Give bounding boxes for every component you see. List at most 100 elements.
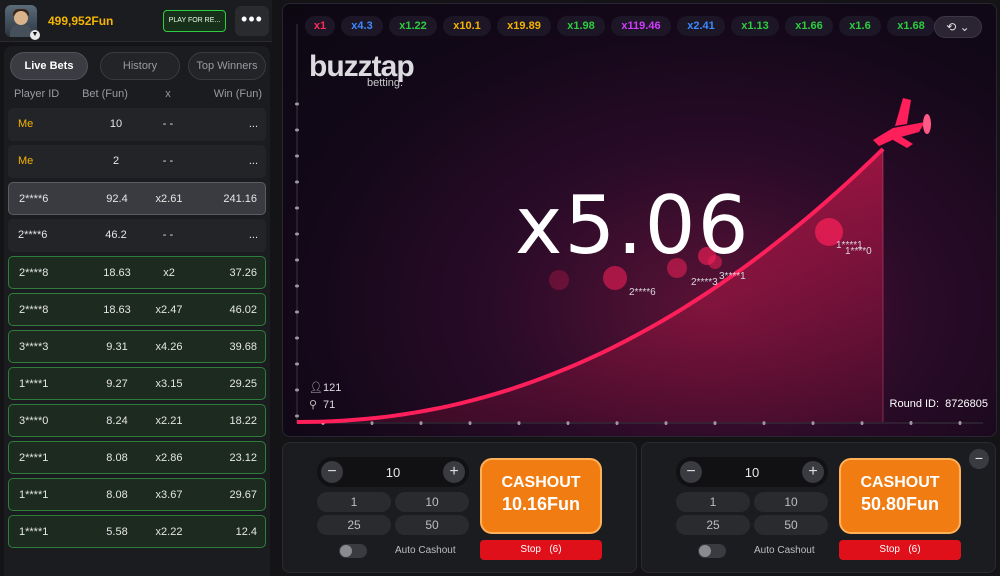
table-row: 2****6 46.2 - -... <box>8 219 266 252</box>
quick-amount[interactable]: 10 <box>754 492 828 512</box>
player-id: Me <box>18 155 34 167</box>
cashout-multiplier: - - <box>162 155 174 167</box>
quick-amount[interactable]: 25 <box>317 515 391 535</box>
decrease-button[interactable]: − <box>680 461 702 483</box>
table-row: 3****3 9.31 x4.26 39.68 <box>8 330 266 363</box>
win-amount: 18.22 <box>229 415 257 427</box>
bet-amount: 46.2 <box>105 229 127 241</box>
win-amount: 29.67 <box>229 489 257 501</box>
win-amount: ... <box>248 229 258 241</box>
win-amount: 46.02 <box>229 304 257 316</box>
tab-history[interactable]: History <box>100 52 180 80</box>
history-multiplier-chip[interactable]: x10.1 <box>443 16 491 36</box>
quick-amount[interactable]: 50 <box>395 515 469 535</box>
cashout-amount: 10.16Fun <box>501 494 581 514</box>
cashout-multiplier: x3.15 <box>155 378 183 390</box>
auto-cashout-toggle[interactable] <box>698 544 726 558</box>
stop-label: Stop <box>879 544 900 555</box>
player-id: 2****1 <box>19 452 49 464</box>
tab-top-winners[interactable]: Top Winners <box>188 52 266 80</box>
stop-button[interactable]: Stop (6) <box>839 540 961 560</box>
auto-cashout-label: Auto Cashout <box>395 545 456 556</box>
bet-amount: 2 <box>112 155 120 167</box>
history-multiplier-chip[interactable]: x1.6 <box>839 16 881 36</box>
quick-amount[interactable]: 1 <box>676 492 750 512</box>
increase-button[interactable]: + <box>443 461 465 483</box>
decrease-button[interactable]: − <box>321 461 343 483</box>
cashout-title: CASHOUT <box>860 474 940 491</box>
bet-amount: 9.31 <box>106 341 128 353</box>
top-bar: ▼ 499,952Fun PLAY FOR RE... ••• <box>0 0 272 42</box>
quick-amount[interactable]: 1 <box>317 492 391 512</box>
stake-stepper: − 10 + <box>676 457 828 487</box>
cashout-multiplier: x2.61 <box>155 193 183 205</box>
table-row: 2****8 18.63 x2.47 46.02 <box>8 293 266 326</box>
cashout-button[interactable]: CASHOUT 10.16Fun <box>480 458 602 534</box>
cashout-multiplier: x3.67 <box>155 489 183 501</box>
round-id-label: Round ID: <box>889 398 940 410</box>
table-row: Me 2 - -... <box>8 145 266 178</box>
history-multiplier-chip[interactable]: x1.68 <box>887 16 935 36</box>
players-stat: 👤︎121 <box>309 381 341 394</box>
bet-panel-1: − 10 + 1 10 25 50 CASHOUT 10.16Fun Auto … <box>282 442 637 573</box>
bet-amount: 10 <box>109 118 123 130</box>
bet-amount: 8.08 <box>106 489 128 501</box>
win-amount: 241.16 <box>223 193 257 205</box>
player-id: 2****8 <box>19 267 49 279</box>
table-row: 1****1 8.08 x3.67 29.67 <box>8 478 266 511</box>
history-multiplier-chip[interactable]: x4.3 <box>341 16 383 36</box>
quick-amount[interactable]: 25 <box>676 515 750 535</box>
increase-button[interactable]: + <box>802 461 824 483</box>
history-multiplier-chip[interactable]: x1.98 <box>557 16 605 36</box>
history-multiplier-chip[interactable]: x19.89 <box>497 16 551 36</box>
remove-panel-button[interactable]: − <box>969 449 989 469</box>
left-panel: ▼ 499,952Fun PLAY FOR RE... ••• Live Bet… <box>0 0 272 576</box>
stake-value[interactable]: 10 <box>347 465 439 480</box>
table-row: 2****8 18.63 x2 37.26 <box>8 256 266 289</box>
win-amount: 37.26 <box>229 267 257 279</box>
bets-tabs: Live Bets History Top Winners <box>8 52 266 80</box>
quick-amount[interactable]: 50 <box>754 515 828 535</box>
column-multiplier: x <box>165 88 171 100</box>
play-for-real-button[interactable]: PLAY FOR RE... <box>163 10 226 32</box>
bets-count: 71 <box>323 399 336 411</box>
chevron-down-icon[interactable]: ▼ <box>30 30 40 40</box>
history-multiplier-chip[interactable]: x2.41 <box>677 16 725 36</box>
cashout-button[interactable]: CASHOUT 50.80Fun <box>839 458 961 534</box>
round-history-button[interactable]: ⟲ ⌄ <box>934 16 982 38</box>
history-multiplier-chip[interactable]: x119.46 <box>611 16 671 36</box>
cashout-title: CASHOUT <box>501 474 581 491</box>
stop-count: (6) <box>908 544 921 555</box>
auto-cashout-toggle[interactable] <box>339 544 367 558</box>
player-id: 2****8 <box>19 304 49 316</box>
history-multiplier-chip[interactable]: x1 <box>305 16 335 36</box>
win-amount: 39.68 <box>229 341 257 353</box>
tab-live-bets[interactable]: Live Bets <box>10 52 88 80</box>
history-icon: ⟲ <box>946 20 957 34</box>
auto-cashout: Auto Cashout <box>698 542 828 560</box>
cashout-marker-label: 1****0 <box>845 246 872 257</box>
balance: 499,952Fun <box>48 14 114 28</box>
player-id: 3****3 <box>19 341 49 353</box>
win-amount: 12.4 <box>235 526 257 538</box>
round-id: Round ID: 8726805 <box>890 398 988 410</box>
table-row: 1****1 5.58 x2.22 12.4 <box>8 515 266 548</box>
bet-panel-2: − − 10 + 1 10 25 50 CASHOUT 50.80Fun Aut… <box>641 442 996 573</box>
bet-amount: 8.08 <box>106 452 128 464</box>
player-id: 1****1 <box>19 378 49 390</box>
stop-button[interactable]: Stop (6) <box>480 540 602 560</box>
stake-value[interactable]: 10 <box>706 465 798 480</box>
menu-button[interactable]: ••• <box>235 6 269 36</box>
auto-cashout: Auto Cashout <box>339 542 469 560</box>
player-id: Me <box>18 118 34 130</box>
bet-amount: 5.58 <box>106 526 128 538</box>
history-multiplier-chip[interactable]: x1.66 <box>785 16 833 36</box>
cashout-bubble <box>549 270 569 290</box>
history-multiplier-chip[interactable]: x1.22 <box>389 16 437 36</box>
brand-tagline: betting. <box>367 77 404 89</box>
round-id-value: 8726805 <box>945 398 988 410</box>
player-id: 3****0 <box>19 415 49 427</box>
quick-amount[interactable]: 10 <box>395 492 469 512</box>
bet-amount: 8.24 <box>106 415 128 427</box>
history-multiplier-chip[interactable]: x1.13 <box>731 16 779 36</box>
